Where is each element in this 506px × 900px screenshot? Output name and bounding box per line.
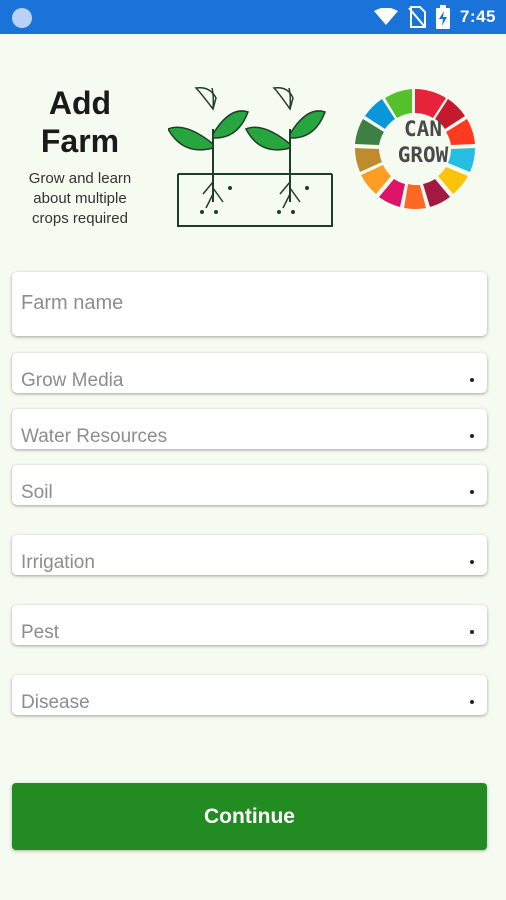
status-icons: 7:45 bbox=[373, 0, 496, 34]
water-resources-select[interactable]: Water Resources bbox=[12, 409, 487, 449]
water-resources-label: Water Resources bbox=[21, 426, 168, 447]
grow-media-select[interactable]: Grow Media bbox=[12, 353, 487, 393]
notification-icon bbox=[12, 8, 32, 28]
hydroponic-plants-icon bbox=[168, 86, 333, 227]
page-title: Add Farm bbox=[40, 85, 120, 159]
irrigation-label: Irrigation bbox=[21, 552, 95, 573]
battery-charging-icon bbox=[435, 5, 450, 29]
can-grow-logo: CAN GROW bbox=[355, 89, 475, 210]
farm-name-input[interactable]: Farm name bbox=[12, 272, 487, 336]
dropdown-arrow-icon bbox=[470, 434, 474, 438]
disease-label: Disease bbox=[21, 692, 90, 713]
logo-text-bottom: GROW bbox=[398, 143, 449, 167]
page-subtitle: Grow and learn about multiple crops requ… bbox=[28, 170, 132, 227]
disease-select[interactable]: Disease bbox=[12, 675, 487, 715]
dropdown-arrow-icon bbox=[470, 560, 474, 564]
soil-label: Soil bbox=[21, 482, 53, 503]
farm-name-placeholder: Farm name bbox=[21, 292, 124, 314]
pest-label: Pest bbox=[21, 622, 60, 643]
pest-select[interactable]: Pest bbox=[12, 605, 487, 645]
soil-select[interactable]: Soil bbox=[12, 465, 487, 505]
status-bar: 7:45 bbox=[0, 0, 506, 34]
no-sim-icon bbox=[408, 6, 426, 28]
logo-text-top: CAN bbox=[404, 117, 442, 141]
dropdown-arrow-icon bbox=[470, 630, 474, 634]
status-time: 7:45 bbox=[459, 7, 496, 26]
continue-button[interactable]: Continue bbox=[12, 783, 487, 850]
grow-media-label: Grow Media bbox=[21, 370, 124, 391]
dropdown-arrow-icon bbox=[470, 700, 474, 704]
dropdown-arrow-icon bbox=[470, 378, 474, 382]
dropdown-arrow-icon bbox=[470, 490, 474, 494]
header: Add Farm Grow and learn about multiple c… bbox=[0, 34, 506, 244]
wifi-icon bbox=[373, 8, 398, 25]
irrigation-select[interactable]: Irrigation bbox=[12, 535, 487, 575]
